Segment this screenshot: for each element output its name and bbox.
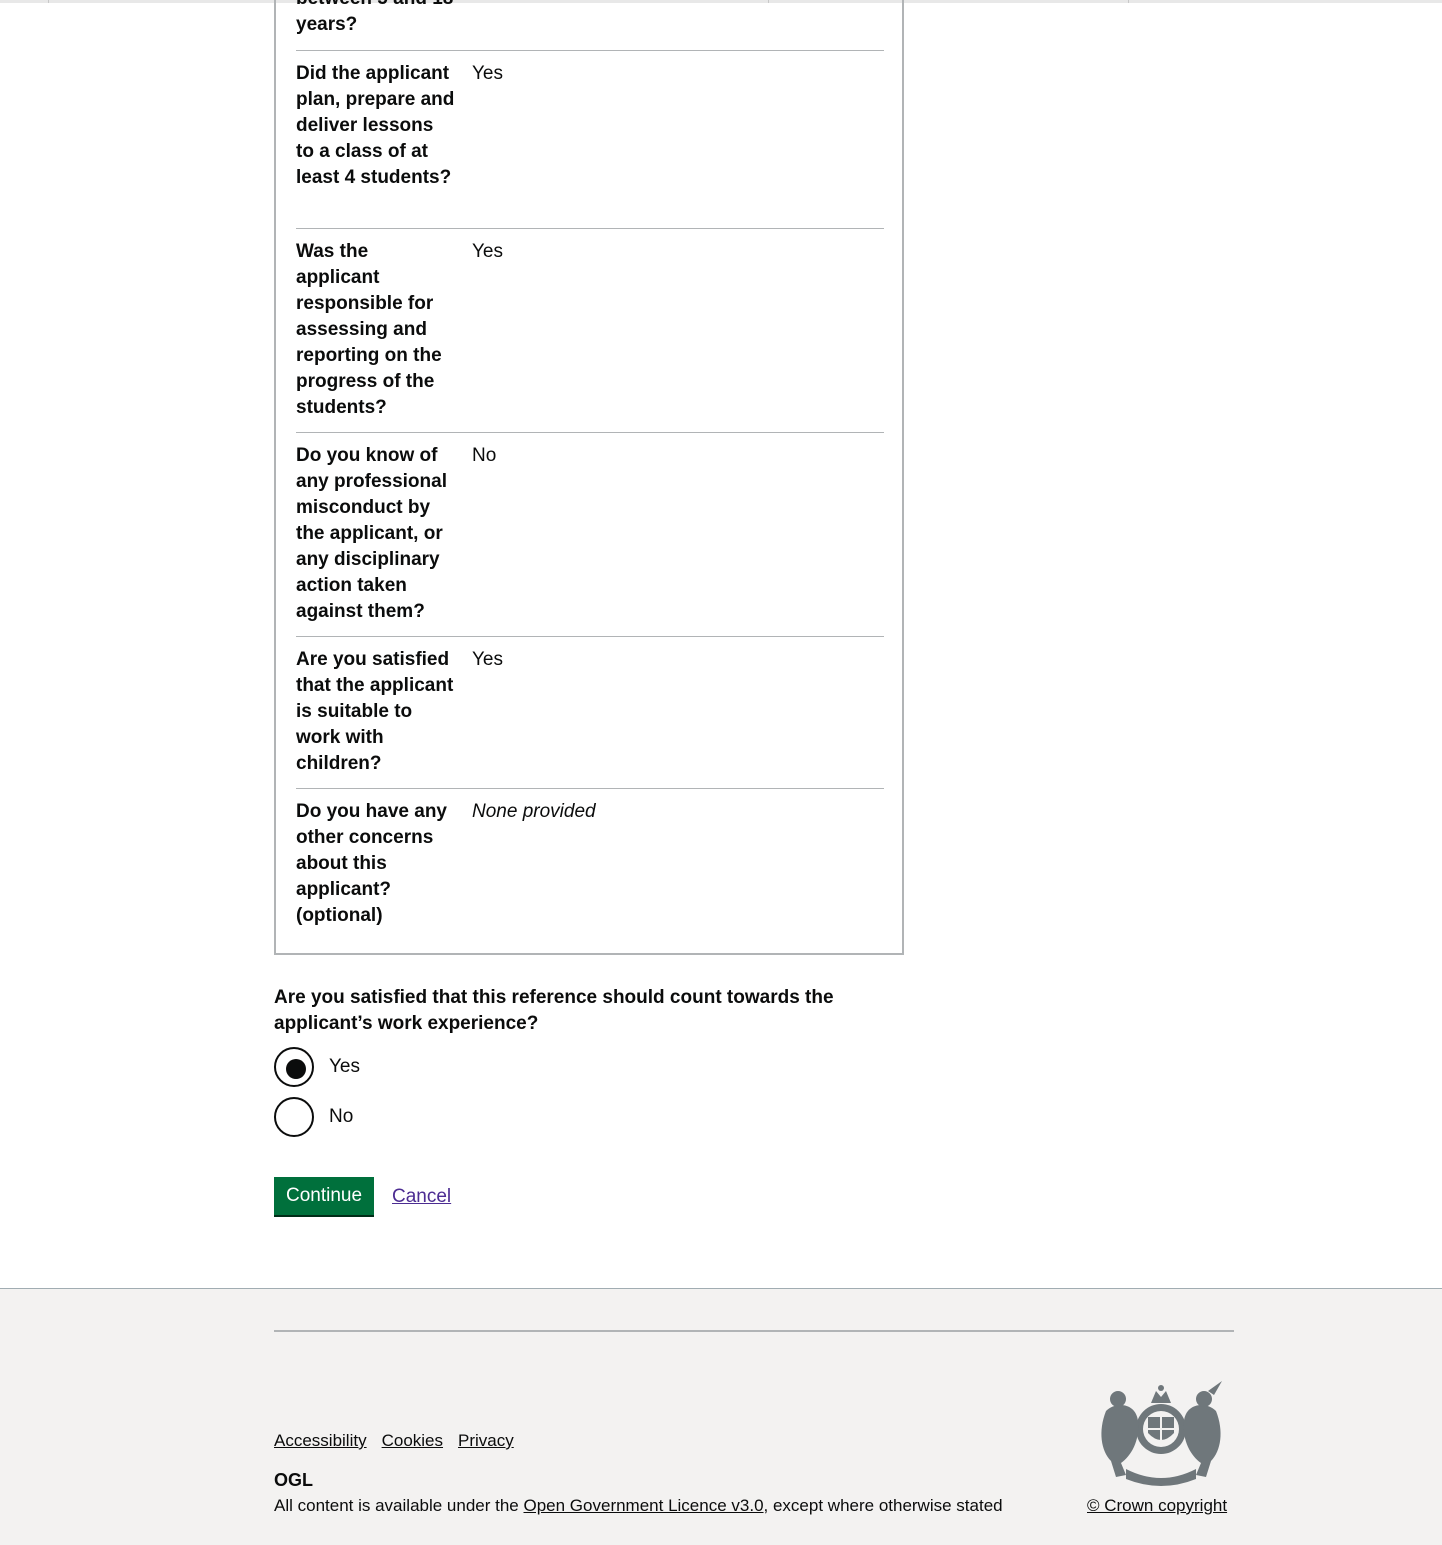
- summary-value: Yes: [472, 63, 503, 84]
- licence-text: All content is available under the Open …: [274, 1496, 1003, 1515]
- footer-divider: [274, 1330, 1234, 1332]
- radio-label[interactable]: Yes: [329, 1054, 360, 1080]
- cancel-link[interactable]: Cancel: [392, 1184, 451, 1210]
- radio-circle[interactable]: [274, 1047, 314, 1087]
- summary-key: Do you know of any professional miscondu…: [296, 445, 447, 622]
- summary-key: Are you satisfied that the applicant is …: [296, 649, 454, 774]
- summary-value: Yes: [472, 649, 503, 670]
- royal-coat-of-arms: [1096, 1381, 1226, 1492]
- footer-link-privacy[interactable]: Privacy: [458, 1431, 514, 1450]
- summary-row: Did the applicant plan, prepare and deli…: [296, 51, 884, 229]
- radio-circle[interactable]: [274, 1097, 314, 1137]
- ogl-logo: OGL: [274, 1470, 316, 1494]
- footer: Accessibility Cookies Privacy OGL All cont…: [0, 1288, 1442, 1545]
- radio-no[interactable]: No: [274, 1097, 574, 1137]
- crown-copyright-link[interactable]: © Crown copyright: [1087, 1494, 1227, 1518]
- footer-links: Accessibility Cookies Privacy: [274, 1429, 529, 1453]
- summary-value: None provided: [472, 801, 596, 822]
- summary-row: Do you know of any professional miscondu…: [296, 433, 884, 637]
- summary-row: Do you have any other concerns about thi…: [296, 789, 884, 949]
- summary-row: between 5 and 18 years?: [296, 0, 884, 51]
- summary-card: between 5 and 18 years? Did the applican…: [274, 0, 904, 955]
- summary-row: Was the applicant responsible for assess…: [296, 229, 884, 433]
- radio-label[interactable]: No: [329, 1104, 353, 1130]
- continue-button[interactable]: Continue: [274, 1177, 375, 1215]
- summary-key: Was the applicant responsible for assess…: [296, 241, 442, 418]
- radio-yes[interactable]: Yes: [274, 1047, 574, 1087]
- summary-key: Do you have any other concerns about thi…: [296, 801, 447, 926]
- radio-selected-dot: [286, 1059, 306, 1079]
- summary-row: Are you satisfied that the applicant is …: [296, 637, 884, 789]
- footer-link-accessibility[interactable]: Accessibility: [274, 1431, 367, 1450]
- summary-key: Did the applicant plan, prepare and deli…: [296, 63, 455, 188]
- question-legend: Are you satisfied that this reference sh…: [274, 987, 834, 1034]
- summary-key: between 5 and 18 years?: [296, 0, 453, 35]
- ogl-logo-text: OGL: [274, 1471, 313, 1489]
- footer-link-cookies[interactable]: Cookies: [382, 1431, 443, 1450]
- licence-link[interactable]: Open Government Licence v3.0: [524, 1496, 764, 1515]
- summary-value: No: [472, 445, 497, 466]
- summary-value: Yes: [472, 241, 503, 262]
